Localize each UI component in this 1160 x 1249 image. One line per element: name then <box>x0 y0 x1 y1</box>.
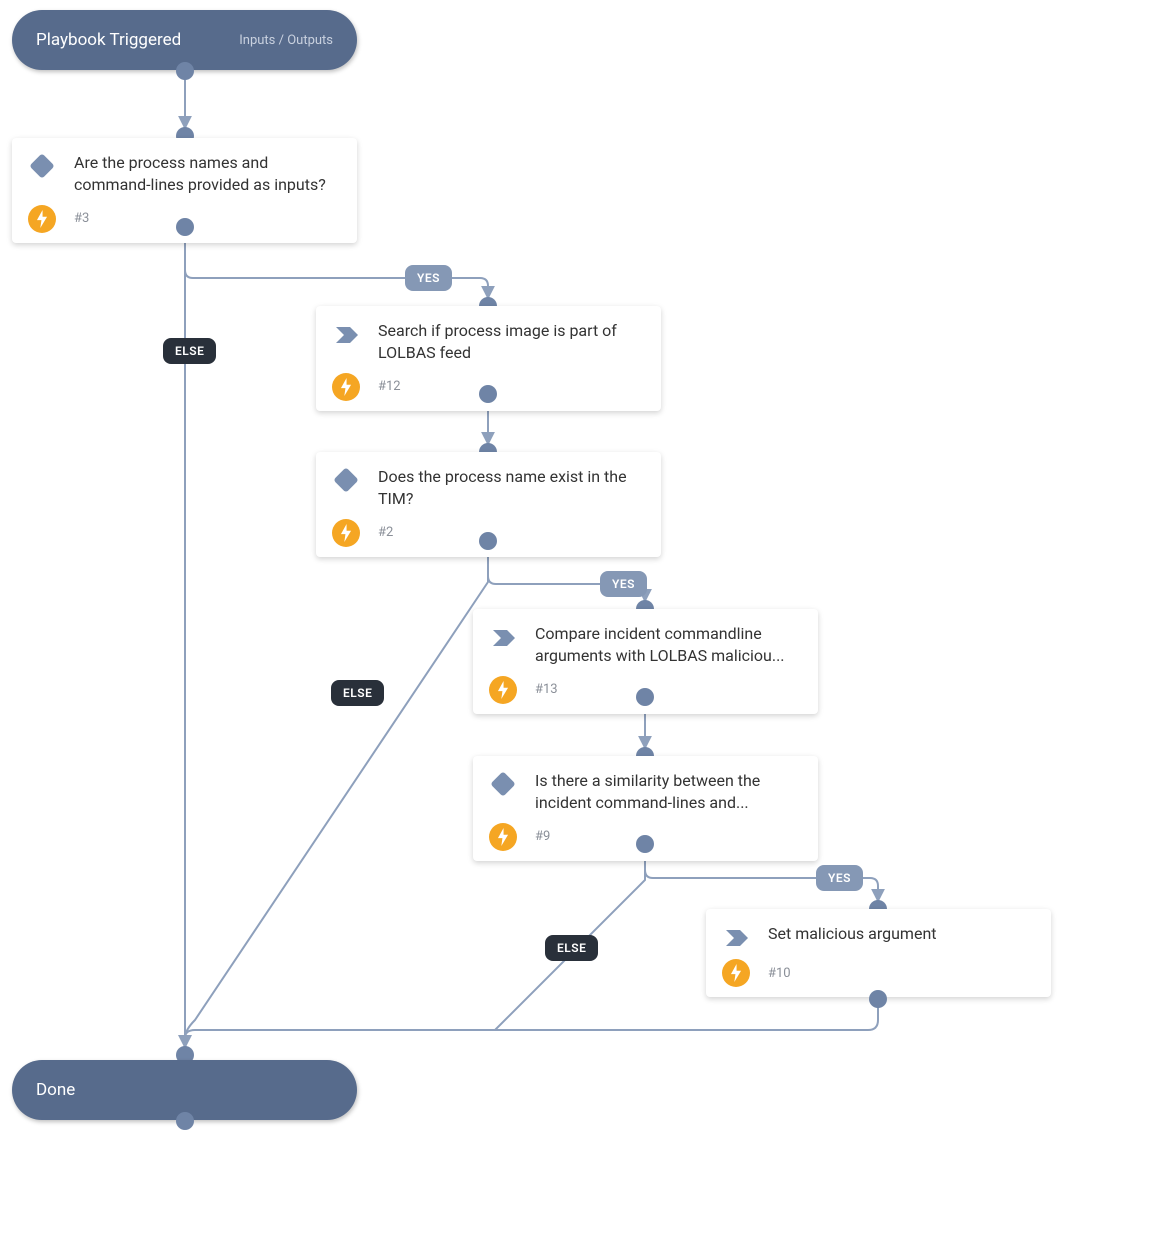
bolt-icon <box>489 676 517 704</box>
task-text: Does the process name exist in the TIM? <box>378 466 645 511</box>
step-number: #13 <box>535 682 802 697</box>
start-out-port[interactable] <box>176 62 194 80</box>
done-title: Done <box>36 1080 333 1100</box>
decision-icon <box>332 466 360 494</box>
n9-out-port[interactable] <box>636 835 654 853</box>
task-text: Are the process names and command-lines … <box>74 152 341 197</box>
n3-out-port[interactable] <box>176 218 194 236</box>
bolt-icon <box>332 373 360 401</box>
branch-yes-9[interactable]: YES <box>816 865 863 891</box>
bolt-icon <box>489 823 517 851</box>
n10-out-port[interactable] <box>869 990 887 1008</box>
decision-icon <box>489 770 517 798</box>
step-number: #3 <box>74 211 341 226</box>
branch-else-2[interactable]: ELSE <box>331 680 384 706</box>
bolt-icon <box>332 519 360 547</box>
task-text: Search if process image is part of LOLBA… <box>378 320 645 365</box>
done-node[interactable]: Done <box>12 1060 357 1120</box>
n2-out-port[interactable] <box>479 532 497 550</box>
action-icon <box>332 320 360 348</box>
task-text: Set malicious argument <box>768 923 1035 951</box>
inputs-outputs-label[interactable]: Inputs / Outputs <box>239 33 333 48</box>
bolt-icon <box>722 959 750 987</box>
decision-icon <box>28 152 56 180</box>
step-number: #2 <box>378 525 645 540</box>
branch-yes-3[interactable]: YES <box>405 265 452 291</box>
done-out-port[interactable] <box>176 1112 194 1130</box>
start-node[interactable]: Playbook Triggered Inputs / Outputs <box>12 10 357 70</box>
n13-out-port[interactable] <box>636 688 654 706</box>
step-number: #9 <box>535 829 802 844</box>
start-title: Playbook Triggered <box>36 30 219 50</box>
step-number: #12 <box>378 379 645 394</box>
branch-else-3[interactable]: ELSE <box>163 338 216 364</box>
branch-else-9[interactable]: ELSE <box>545 935 598 961</box>
action-icon <box>489 623 517 651</box>
task-text: Compare incident commandline arguments w… <box>535 623 802 668</box>
n12-out-port[interactable] <box>479 385 497 403</box>
task-text: Is there a similarity between the incide… <box>535 770 802 815</box>
bolt-icon <box>28 205 56 233</box>
step-number: #10 <box>768 966 1035 981</box>
branch-yes-2[interactable]: YES <box>600 571 647 597</box>
task-card-10[interactable]: Set malicious argument #10 <box>706 909 1051 997</box>
action-icon <box>722 923 750 951</box>
